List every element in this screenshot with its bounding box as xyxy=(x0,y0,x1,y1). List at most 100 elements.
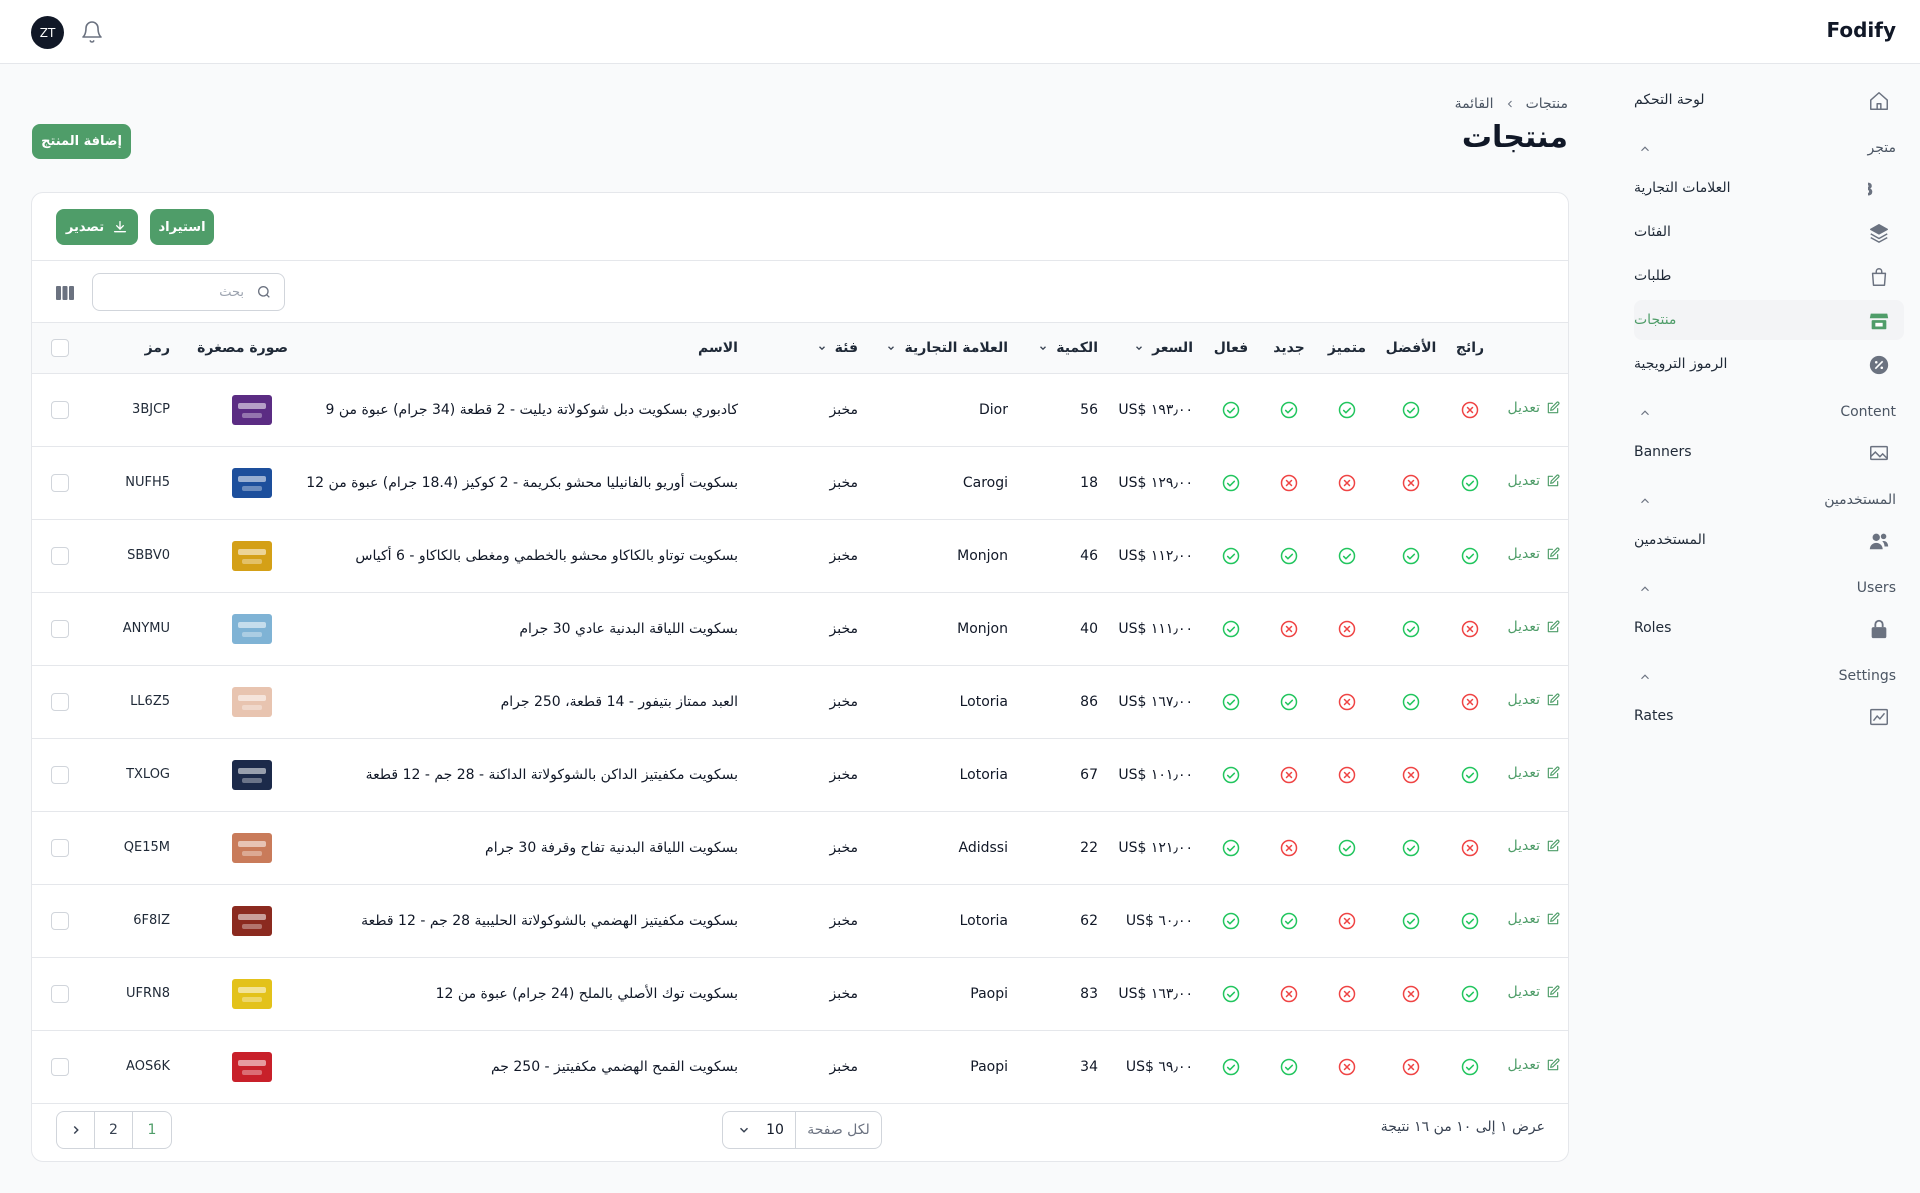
product-thumbnail[interactable] xyxy=(216,461,288,505)
status-new[interactable] xyxy=(1261,446,1317,520)
product-thumbnail[interactable] xyxy=(216,972,288,1016)
sidebar-item-brands[interactable]: B العلامات التجارية xyxy=(1634,168,1904,208)
column-header-price[interactable]: السعر xyxy=(1106,323,1201,374)
row-checkbox[interactable] xyxy=(51,692,69,711)
nav-group-settings[interactable]: Settings xyxy=(1634,656,1904,696)
product-thumbnail[interactable] xyxy=(216,607,288,651)
status-best[interactable] xyxy=(1377,1030,1445,1104)
row-checkbox[interactable] xyxy=(51,546,69,565)
status-active[interactable] xyxy=(1201,373,1261,447)
edit-link[interactable]: تعديل xyxy=(1508,473,1561,489)
nav-group-content[interactable]: Content xyxy=(1634,392,1904,432)
product-thumbnail[interactable] xyxy=(216,826,288,870)
status-active[interactable] xyxy=(1201,446,1261,520)
status-best[interactable] xyxy=(1377,446,1445,520)
status-best[interactable] xyxy=(1377,665,1445,739)
status-best[interactable] xyxy=(1377,373,1445,447)
column-header-qty[interactable]: الكمية xyxy=(1016,323,1106,374)
row-checkbox[interactable] xyxy=(51,838,69,857)
status-featured[interactable] xyxy=(1317,811,1377,885)
status-new[interactable] xyxy=(1261,665,1317,739)
app-logo[interactable]: Fodify xyxy=(1826,18,1896,42)
status-featured[interactable] xyxy=(1317,884,1377,958)
edit-link[interactable]: تعديل xyxy=(1508,765,1561,781)
status-featured[interactable] xyxy=(1317,592,1377,666)
bell-icon[interactable] xyxy=(80,20,104,44)
edit-link[interactable]: تعديل xyxy=(1508,984,1561,1000)
status-active[interactable] xyxy=(1201,592,1261,666)
row-checkbox[interactable] xyxy=(51,765,69,784)
status-active[interactable] xyxy=(1201,811,1261,885)
status-featured[interactable] xyxy=(1317,446,1377,520)
nav-group-users-ar[interactable]: المستخدمين xyxy=(1634,480,1904,520)
column-header-category[interactable]: فئة xyxy=(746,323,866,374)
user-avatar[interactable]: ZT xyxy=(31,16,64,49)
sidebar-item-rates[interactable]: Rates xyxy=(1634,696,1904,736)
per-page-select[interactable]: لكل صفحة 10 xyxy=(722,1111,882,1149)
edit-link[interactable]: تعديل xyxy=(1508,619,1561,635)
sidebar-item-orders[interactable]: طلبات xyxy=(1634,256,1904,296)
row-checkbox[interactable] xyxy=(51,1057,69,1076)
edit-link[interactable]: تعديل xyxy=(1508,911,1561,927)
status-popular[interactable] xyxy=(1445,665,1495,739)
sidebar-item-categories[interactable]: الفئات xyxy=(1634,212,1904,252)
edit-link[interactable]: تعديل xyxy=(1508,692,1561,708)
add-product-button[interactable]: إضافة المنتج xyxy=(32,124,131,159)
nav-group-store[interactable]: متجر xyxy=(1634,128,1904,168)
status-new[interactable] xyxy=(1261,373,1317,447)
status-active[interactable] xyxy=(1201,884,1261,958)
status-active[interactable] xyxy=(1201,957,1261,1031)
status-popular[interactable] xyxy=(1445,738,1495,812)
sidebar-item-promo-codes[interactable]: الرموز الترويجية xyxy=(1634,344,1904,384)
nav-group-users[interactable]: Users xyxy=(1634,568,1904,608)
product-thumbnail[interactable] xyxy=(216,680,288,724)
status-best[interactable] xyxy=(1377,811,1445,885)
row-checkbox[interactable] xyxy=(51,984,69,1003)
pagination-next[interactable] xyxy=(57,1112,95,1148)
status-popular[interactable] xyxy=(1445,1030,1495,1104)
status-best[interactable] xyxy=(1377,592,1445,666)
search-input[interactable] xyxy=(104,274,244,310)
sidebar-item-products[interactable]: منتجات xyxy=(1634,300,1904,340)
product-thumbnail[interactable] xyxy=(216,753,288,797)
status-new[interactable] xyxy=(1261,884,1317,958)
status-best[interactable] xyxy=(1377,738,1445,812)
status-popular[interactable] xyxy=(1445,519,1495,593)
status-featured[interactable] xyxy=(1317,519,1377,593)
sidebar-item-users[interactable]: المستخدمين xyxy=(1634,520,1904,560)
export-button[interactable]: تصدير xyxy=(56,209,138,245)
status-best[interactable] xyxy=(1377,519,1445,593)
product-thumbnail[interactable] xyxy=(216,1045,288,1089)
status-popular[interactable] xyxy=(1445,957,1495,1031)
product-thumbnail[interactable] xyxy=(216,534,288,578)
pagination-page-1[interactable]: 1 xyxy=(133,1112,171,1148)
status-popular[interactable] xyxy=(1445,811,1495,885)
status-active[interactable] xyxy=(1201,665,1261,739)
edit-link[interactable]: تعديل xyxy=(1508,1057,1561,1073)
column-header-brand[interactable]: العلامة التجارية xyxy=(866,323,1016,374)
product-thumbnail[interactable] xyxy=(216,899,288,943)
status-popular[interactable] xyxy=(1445,446,1495,520)
status-new[interactable] xyxy=(1261,738,1317,812)
row-checkbox[interactable] xyxy=(51,619,69,638)
row-checkbox[interactable] xyxy=(51,400,69,419)
edit-link[interactable]: تعديل xyxy=(1508,546,1561,562)
status-featured[interactable] xyxy=(1317,373,1377,447)
row-checkbox[interactable] xyxy=(51,911,69,930)
status-featured[interactable] xyxy=(1317,1030,1377,1104)
status-active[interactable] xyxy=(1201,738,1261,812)
status-new[interactable] xyxy=(1261,957,1317,1031)
pagination-page-2[interactable]: 2 xyxy=(95,1112,133,1148)
status-active[interactable] xyxy=(1201,519,1261,593)
sidebar-item-banners[interactable]: Banners xyxy=(1634,432,1904,472)
sidebar-item-dashboard[interactable]: لوحة التحكم xyxy=(1634,80,1904,120)
status-popular[interactable] xyxy=(1445,884,1495,958)
row-checkbox[interactable] xyxy=(51,473,69,492)
edit-link[interactable]: تعديل xyxy=(1508,838,1561,854)
status-featured[interactable] xyxy=(1317,738,1377,812)
breadcrumb-item[interactable]: منتجات xyxy=(1526,96,1568,112)
columns-icon[interactable] xyxy=(56,285,74,301)
status-popular[interactable] xyxy=(1445,373,1495,447)
sidebar-item-roles[interactable]: Roles xyxy=(1634,608,1904,648)
status-featured[interactable] xyxy=(1317,957,1377,1031)
